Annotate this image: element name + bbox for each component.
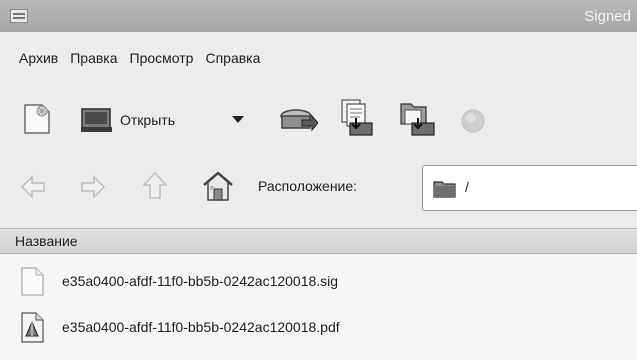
list-item[interactable]: e35a0400-afdf-11f0-bb5b-0242ac120018.pdf [0, 307, 637, 347]
stop-icon [461, 109, 485, 133]
add-files-button[interactable] [338, 98, 374, 138]
location-path: / [465, 179, 469, 195]
open-label: Открыть [120, 112, 175, 128]
file-list: e35a0400-afdf-11f0-bb5b-0242ac120018.sig… [0, 255, 637, 360]
menubar: Архив Правка Просмотр Справка [0, 40, 637, 76]
dropdown-arrow-icon [232, 116, 244, 123]
add-files-icon [341, 99, 373, 136]
file-name: e35a0400-afdf-11f0-bb5b-0242ac120018.pdf [62, 319, 340, 335]
list-item[interactable]: e35a0400-afdf-11f0-bb5b-0242ac120018.sig [0, 261, 637, 301]
window-title: Signed [584, 7, 631, 25]
window-titlebar: Signed [0, 0, 637, 32]
add-folder-icon [400, 103, 435, 136]
new-archive-button[interactable] [22, 102, 52, 136]
new-archive-icon [24, 104, 50, 134]
folder-icon [433, 181, 456, 198]
file-generic-icon [21, 267, 44, 296]
folder-open-icon [81, 108, 112, 132]
location-field[interactable]: / [422, 165, 637, 211]
column-header-label: Название [15, 233, 78, 249]
location-label: Расположение: [258, 178, 358, 194]
menu-edit[interactable]: Правка [65, 46, 124, 70]
add-folder-button[interactable] [398, 98, 438, 138]
extract-button[interactable] [278, 106, 318, 136]
up-arrow-icon[interactable] [140, 170, 170, 202]
stop-button[interactable] [460, 108, 486, 134]
open-dropdown-button[interactable] [231, 114, 245, 124]
toolbar: Открыть [0, 92, 637, 148]
menu-help[interactable]: Справка [200, 46, 267, 70]
extract-icon [280, 109, 318, 132]
home-icon[interactable] [200, 168, 236, 204]
open-button[interactable]: Открыть [80, 106, 175, 134]
location-bar: Расположение: / [0, 160, 637, 216]
file-name: e35a0400-afdf-11f0-bb5b-0242ac120018.sig [62, 273, 339, 289]
menu-view[interactable]: Просмотр [125, 46, 201, 70]
menu-archive[interactable]: Архив [14, 46, 65, 70]
back-arrow-icon[interactable] [18, 172, 48, 202]
forward-arrow-icon[interactable] [78, 172, 108, 202]
file-pdf-icon [21, 312, 44, 343]
window-menu-icon[interactable] [10, 9, 28, 23]
column-header-name[interactable]: Название [0, 228, 637, 254]
